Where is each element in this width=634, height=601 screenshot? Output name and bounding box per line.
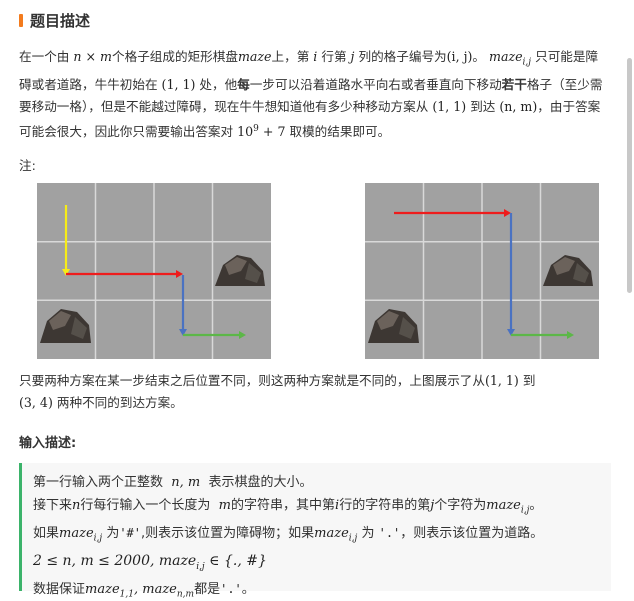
- grid-figure-right: [365, 183, 599, 359]
- scrollbar-thumb[interactable]: [627, 58, 632, 293]
- section-heading: 题目描述: [19, 10, 90, 30]
- input-description-block: 第一行输入两个正整数 n, m 表示棋盘的大小。 接下来n行每行输入一个长度为 …: [19, 463, 611, 600]
- input-line-4: 2 ≤ n, m ≤ 2000, mazei,j ∈ {., #}: [33, 552, 267, 572]
- problem-description: 在一个由 n × m个格子组成的矩形棋盘maze上，第 i 行第 j 列的格子编…: [19, 49, 603, 139]
- input-line-2: 接下来n行每行输入一个长度为 m的字符串，其中第i行的字符串的第j个字符为maz…: [33, 497, 543, 516]
- heading-title: 题目描述: [30, 11, 91, 30]
- input-line-5: 数据保证maze1,1, mazen,m都是'.'。: [33, 581, 255, 600]
- input-line-1: 第一行输入两个正整数 n, m 表示棋盘的大小。: [33, 475, 313, 490]
- vertical-scrollbar[interactable]: [624, 58, 634, 601]
- note-label: 注:: [19, 158, 36, 173]
- input-line-3: 如果mazei,j 为'#',则表示该位置为障碍物；如果mazei,j 为 '.…: [33, 525, 544, 544]
- figure-explanation: 只要两种方案在某一步结束之后位置不同，则这两种方案就是不同的，上图展示了从(1,…: [19, 373, 536, 410]
- heading-accent-bar: [19, 13, 23, 27]
- grid-figure-left: [37, 183, 271, 359]
- input-description-title: 输入描述:: [19, 436, 77, 451]
